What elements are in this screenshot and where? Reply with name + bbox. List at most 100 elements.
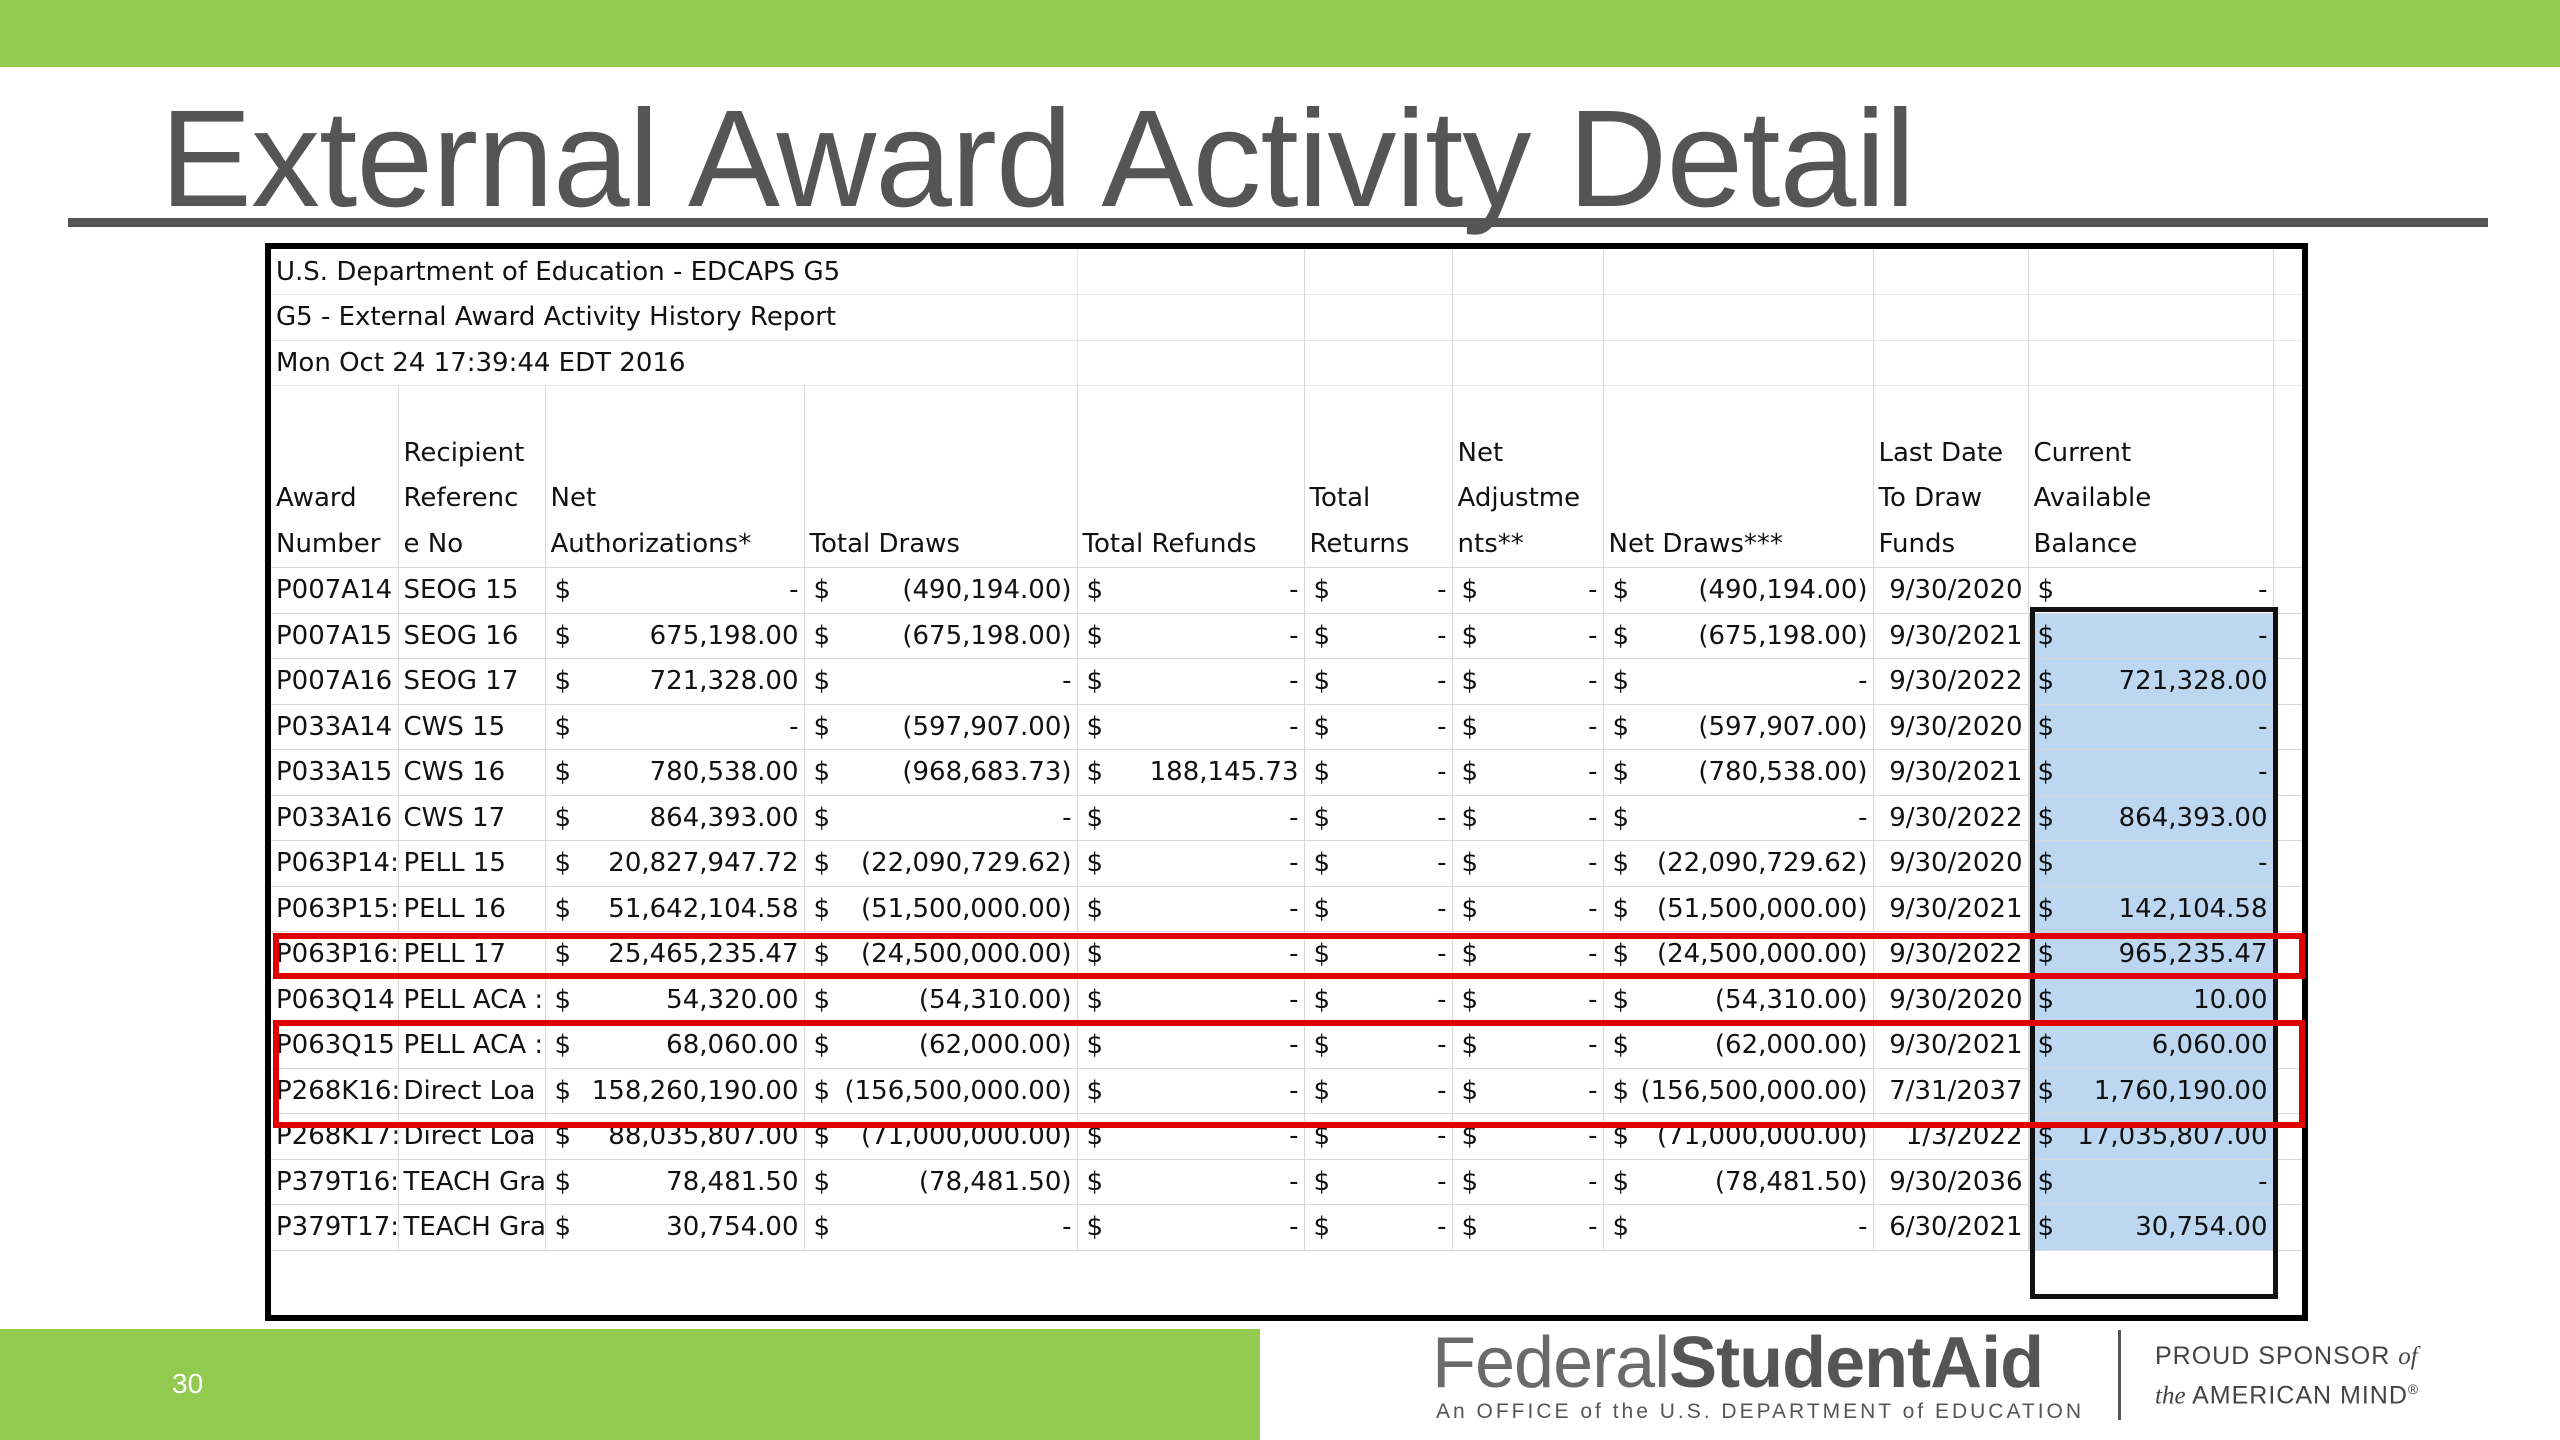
report-source-line: U.S. Department of Education - EDCAPS G5 bbox=[271, 249, 1078, 295]
cell-net-draws: $ (156,500,000.00) bbox=[1603, 1068, 1874, 1114]
table-row: P379T17: TEACH Gra $30,754.00 $ - $ - $ - $ - $ -6/3… bbox=[271, 1204, 2302, 1251]
cell-ref: SEOG 17 bbox=[398, 658, 546, 705]
cell-total-draws: $ (78,481.50) bbox=[804, 1159, 1078, 1205]
header-total-refunds: Total Refunds bbox=[1077, 385, 1305, 568]
cell-last-date: 6/30/2021 bbox=[1873, 1204, 2029, 1251]
cell-net-adj: $ - bbox=[1452, 795, 1604, 841]
cell-net-draws: $ (54,310.00) bbox=[1603, 977, 1874, 1023]
cell-award: P063P14: bbox=[271, 840, 399, 887]
cell-net-adj: $ - bbox=[1452, 1068, 1604, 1114]
logo-divider bbox=[2118, 1330, 2121, 1420]
cell-award: P379T17: bbox=[271, 1204, 399, 1251]
table-row: P033A15 CWS 16 $780,538.00 $ (968,683.73) $18… bbox=[271, 749, 2302, 796]
cell-ref: PELL ACA : bbox=[398, 1022, 546, 1069]
table-row: P007A15 SEOG 16 $675,198.00 $ (675,198.00) $ -… bbox=[271, 613, 2302, 659]
cell-net-adj: $ - bbox=[1452, 886, 1604, 932]
cell-balance: $721,328.00 bbox=[2028, 658, 2274, 705]
cell-total-returns: $ - bbox=[1304, 749, 1453, 796]
cell-last-date: 9/30/2021 bbox=[1873, 886, 2029, 932]
cell-total-refunds: $ - bbox=[1077, 1113, 1305, 1160]
cell-net-auth: $30,754.00 bbox=[545, 1204, 805, 1251]
cell-net-auth: $54,320.00 bbox=[545, 977, 805, 1023]
cell-last-date: 9/30/2021 bbox=[1873, 1022, 2029, 1069]
cell-net-auth: $780,538.00 bbox=[545, 749, 805, 796]
cell-net-auth: $675,198.00 bbox=[545, 613, 805, 659]
cell-total-refunds: $ - bbox=[1077, 977, 1305, 1023]
cell-balance: $6,060.00 bbox=[2028, 1022, 2274, 1069]
cell-total-draws: $ (54,310.00) bbox=[804, 977, 1078, 1023]
cell-net-adj: $ - bbox=[1452, 704, 1604, 750]
table-row: P007A14 SEOG 15 $ - $ (490,194.00) $ - $ - $ - $ (490… bbox=[271, 567, 2302, 614]
table-row: P063P16: PELL 17 $25,465,235.47 $ (24,500,00… bbox=[271, 931, 2302, 978]
cell-total-refunds: $ - bbox=[1077, 567, 1305, 614]
page-number: 30 bbox=[172, 1368, 204, 1399]
cell-balance: $30,754.00 bbox=[2028, 1204, 2274, 1251]
cell-award: P033A16 bbox=[271, 795, 399, 841]
cell-total-refunds: $ - bbox=[1077, 658, 1305, 705]
cell-total-draws: $ (156,500,000.00) bbox=[804, 1068, 1078, 1114]
header-award-number: Award Number bbox=[271, 385, 399, 568]
cell-net-draws: $ (78,481.50) bbox=[1603, 1159, 1874, 1205]
logo-federal-word: Federal bbox=[1432, 1323, 1670, 1403]
cell-balance: $142,104.58 bbox=[2028, 886, 2274, 932]
table-header-row: Award Number Recipient Referenc e No Net Aut… bbox=[271, 385, 2302, 568]
cell-balance: $ - bbox=[2028, 1159, 2274, 1205]
cell-net-auth: $78,481.50 bbox=[545, 1159, 805, 1205]
cell-net-adj: $ - bbox=[1452, 567, 1604, 614]
cell-net-draws: $ (62,000.00) bbox=[1603, 1022, 1874, 1069]
cell-net-adj: $ - bbox=[1452, 749, 1604, 796]
cell-total-draws: $ (51,500,000.00) bbox=[804, 886, 1078, 932]
cell-total-returns: $ - bbox=[1304, 613, 1453, 659]
table-row: P063P15: PELL 16 $51,642,104.58 $ (51,500,00… bbox=[271, 886, 2302, 932]
header-recipient-ref: Recipient Referenc e No bbox=[398, 385, 546, 568]
cell-net-auth: $51,642,104.58 bbox=[545, 886, 805, 932]
sponsor-text: PROUD SPONSOR of the AMERICAN MIND® bbox=[2155, 1340, 2419, 1412]
cell-last-date: 9/30/2020 bbox=[1873, 704, 2029, 750]
cell-ref: PELL 17 bbox=[398, 931, 546, 978]
cell-net-adj: $ - bbox=[1452, 1022, 1604, 1069]
cell-award: P007A15 bbox=[271, 613, 399, 659]
cell-award: P063P15: bbox=[271, 886, 399, 932]
cell-total-draws: $ (490,194.00) bbox=[804, 567, 1078, 614]
table-row: P268K17: Direct Loa $88,035,807.00 $ (71,000… bbox=[271, 1113, 2302, 1160]
cell-ref: CWS 16 bbox=[398, 749, 546, 796]
cell-award: P063Q14 bbox=[271, 977, 399, 1023]
cell-total-draws: $ (675,198.00) bbox=[804, 613, 1078, 659]
cell-net-draws: $ (675,198.00) bbox=[1603, 613, 1874, 659]
cell-net-draws: $ (597,907.00) bbox=[1603, 704, 1874, 750]
report-spreadsheet: U.S. Department of Education - EDCAPS G5… bbox=[265, 243, 2308, 1321]
cell-award: P063P16: bbox=[271, 931, 399, 978]
sponsor-line-1: PROUD SPONSOR bbox=[2155, 1342, 2391, 1370]
award-activity-table: U.S. Department of Education - EDCAPS G5… bbox=[271, 249, 2302, 1251]
cell-total-draws: $ (71,000,000.00) bbox=[804, 1113, 1078, 1160]
cell-ref: Direct Loa bbox=[398, 1113, 546, 1160]
cell-net-auth: $88,035,807.00 bbox=[545, 1113, 805, 1160]
cell-net-adj: $ - bbox=[1452, 1159, 1604, 1205]
cell-ref: Direct Loa bbox=[398, 1068, 546, 1114]
cell-ref: PELL 16 bbox=[398, 886, 546, 932]
table-row: P063Q15 PELL ACA : $68,060.00 $ (62,000.00) $… bbox=[271, 1022, 2302, 1069]
table-row: P063Q14 PELL ACA : $54,320.00 $ (54,310.00) $… bbox=[271, 977, 2302, 1023]
cell-net-auth: $864,393.00 bbox=[545, 795, 805, 841]
cell-total-returns: $ - bbox=[1304, 1159, 1453, 1205]
cell-balance: $ - bbox=[2028, 567, 2274, 614]
cell-last-date: 9/30/2036 bbox=[1873, 1159, 2029, 1205]
cell-total-refunds: $ - bbox=[1077, 1068, 1305, 1114]
cell-award: P268K16: bbox=[271, 1068, 399, 1114]
cell-total-returns: $ - bbox=[1304, 840, 1453, 887]
cell-total-draws: $ (24,500,000.00) bbox=[804, 931, 1078, 978]
cell-net-draws: $ (51,500,000.00) bbox=[1603, 886, 1874, 932]
cell-last-date: 9/30/2021 bbox=[1873, 613, 2029, 659]
cell-total-returns: $ - bbox=[1304, 1113, 1453, 1160]
cell-total-returns: $ - bbox=[1304, 795, 1453, 841]
cell-total-draws: $ - bbox=[804, 658, 1078, 705]
cell-total-refunds: $ - bbox=[1077, 795, 1305, 841]
cell-ref: SEOG 16 bbox=[398, 613, 546, 659]
cell-award: P268K17: bbox=[271, 1113, 399, 1160]
cell-net-draws: $ (22,090,729.62) bbox=[1603, 840, 1874, 887]
cell-ref: TEACH Gra bbox=[398, 1159, 546, 1205]
table-body: P007A14 SEOG 15 $ - $ (490,194.00) $ - $ - $ - $ (490… bbox=[271, 567, 2302, 1251]
cell-net-draws: $ (490,194.00) bbox=[1603, 567, 1874, 614]
cell-award: P379T16: bbox=[271, 1159, 399, 1205]
top-green-band bbox=[0, 0, 2560, 67]
